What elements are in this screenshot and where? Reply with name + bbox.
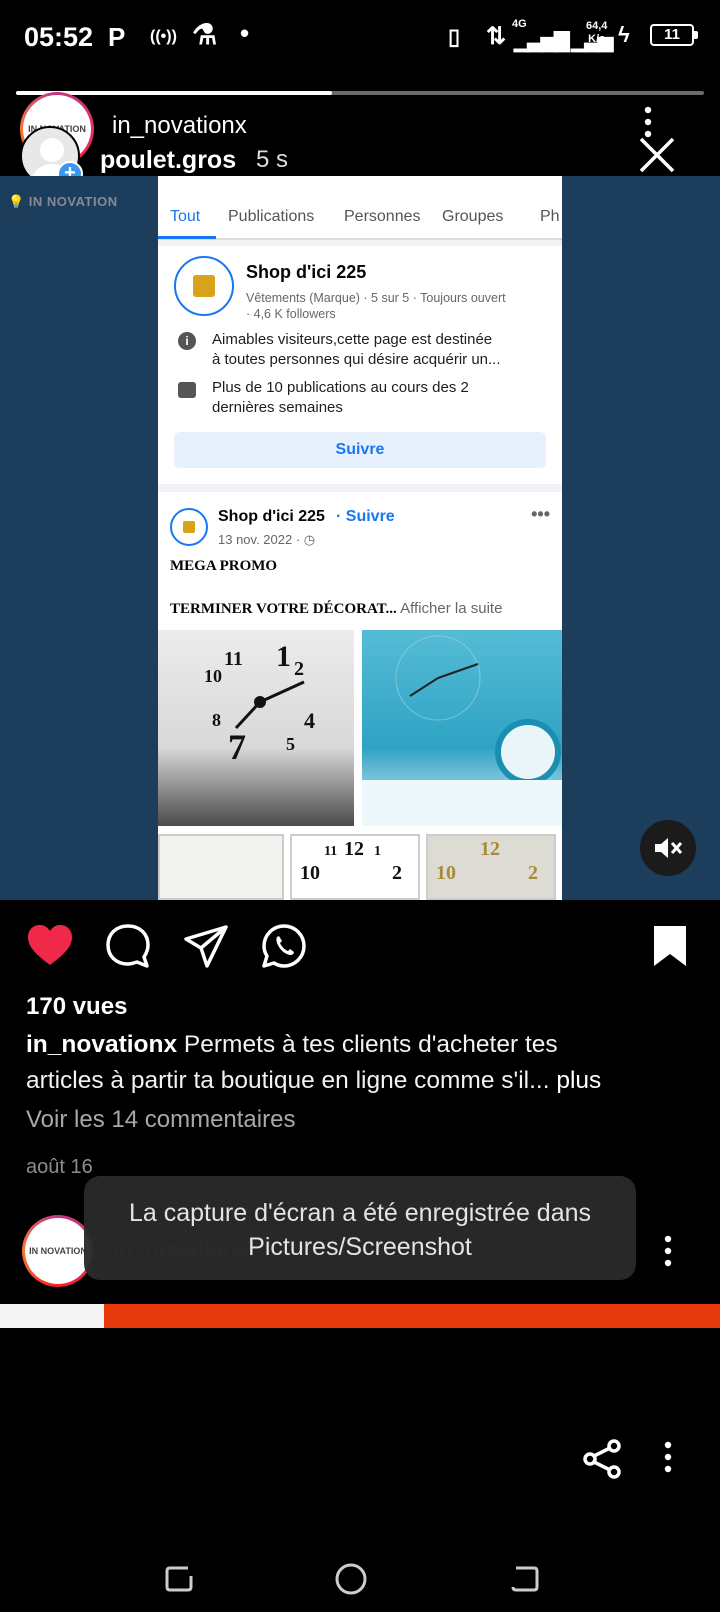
page-meta: Vêtements (Marque) · 5 sur 5 · Toujours … — [246, 291, 506, 321]
dot-icon: • — [240, 18, 250, 48]
story-progress-bar — [16, 91, 704, 95]
clock-photo-1: 11 1 2 10 8 7 4 5 — [158, 630, 354, 826]
post-author-avatar — [170, 508, 208, 546]
tab-all: Tout — [170, 208, 201, 225]
comment-icon[interactable] — [104, 922, 152, 970]
caption-author[interactable]: in_novationx — [26, 1031, 177, 1058]
screenshot-toast: La capture d'écran a été enregistrée dan… — [84, 1176, 636, 1280]
like-heart-icon[interactable] — [26, 922, 74, 970]
clock-photo-4: 11 12 1 10 2 — [290, 834, 420, 900]
charging-icon: ϟ — [618, 22, 630, 47]
view-comments-link[interactable]: Voir les 14 commentaires — [26, 1106, 295, 1134]
home-icon[interactable] — [334, 1562, 368, 1596]
preview-red-block — [104, 1304, 720, 1328]
story-media[interactable]: 💡 IN NOVATION Tout Publications Personne… — [0, 176, 720, 900]
feed-icon — [178, 382, 196, 398]
search-tabs: Tout Publications Personnes Groupes Ph — [158, 176, 562, 240]
watermark-logo: 💡 IN NOVATION — [8, 194, 118, 209]
back-icon[interactable] — [508, 1562, 542, 1596]
system-nav-bar — [0, 1540, 720, 1612]
clock-photo-2 — [362, 630, 562, 826]
clock: 05:52 — [24, 22, 94, 52]
follow-button: Suivre — [174, 432, 546, 468]
shopping-bag-icon — [183, 521, 195, 533]
more-options-bottom-icon[interactable] — [664, 1440, 672, 1476]
share-send-icon[interactable] — [182, 922, 230, 970]
page-name: Shop d'ici 225 — [246, 262, 367, 282]
shopping-bag-icon — [193, 275, 215, 297]
parking-icon: P — [108, 22, 126, 52]
view-count: 170 vues — [26, 993, 128, 1020]
clock-decor — [362, 635, 562, 826]
caption-text-1: Permets à tes clients d'acheter tes — [177, 1031, 558, 1058]
info-icon: i — [178, 332, 196, 350]
page-logo — [174, 256, 234, 316]
preview-white-block — [0, 1304, 104, 1328]
next-story-more-icon[interactable] — [664, 1234, 672, 1270]
post-author: Shop d'ici 225 — [218, 508, 325, 525]
post-text-line2: TERMINER VOTRE DÉCORAT... Afficher la su… — [170, 600, 503, 617]
status-bar: 05:52 P ((•)) ⚗ • ▯ ⇅ 4G ▁▃▅▇ ▁▃▅ 64,4 K… — [0, 0, 720, 72]
share-icon[interactable] — [582, 1438, 624, 1480]
avatar-head — [40, 138, 64, 162]
battery-icon: 11 — [650, 24, 698, 46]
tab-underline — [158, 236, 216, 239]
clock-hands — [234, 680, 305, 730]
next-media-preview — [0, 1304, 720, 1328]
viewer-account-name[interactable]: poulet.gros — [100, 146, 236, 175]
clock-photo-5: 12 10 2 — [426, 834, 556, 900]
post-text-line1: MEGA PROMO — [170, 558, 278, 574]
tab-people: Personnes — [344, 208, 421, 225]
net-speed: 64,4 K/s — [586, 20, 608, 45]
action-bar — [0, 900, 720, 990]
page-activity: Plus de 10 publications au cours des 2 d… — [212, 379, 469, 416]
page-result-card: Shop d'ici 225 Vêtements (Marque) · 5 su… — [158, 246, 562, 484]
post-card: Shop d'ici 225 · Suivre 13 nov. 2022 · ◷… — [158, 492, 562, 900]
close-icon[interactable] — [636, 134, 678, 176]
caption-text-2: articles à partir ta boutique en ligne c… — [26, 1067, 550, 1094]
clock-photo-3 — [158, 834, 284, 900]
recents-icon[interactable] — [162, 1562, 196, 1596]
avatar-logo: IN NOVATION — [25, 1218, 91, 1284]
whatsapp-icon[interactable] — [260, 922, 308, 970]
post-date: 13 nov. 2022 · ◷ — [218, 532, 316, 547]
page-description: Aimables visiteurs,cette page est destin… — [212, 331, 501, 368]
mute-button[interactable] — [640, 820, 696, 876]
post-date: août 16 — [26, 1156, 93, 1178]
story-account-name[interactable]: in_novationx — [112, 112, 247, 140]
tab-groups: Groupes — [442, 208, 504, 225]
flask-icon: ⚗ — [192, 19, 218, 50]
post-follow-link: · Suivre — [336, 508, 395, 525]
speaker-muted-icon — [655, 838, 683, 858]
caption-more-link[interactable]: plus — [550, 1067, 601, 1094]
bookmark-icon[interactable] — [646, 922, 694, 970]
post-caption[interactable]: in_novationx Permets à tes clients d'ach… — [26, 1027, 706, 1099]
tab-publications: Publications — [228, 208, 315, 225]
vibrate-icon: ▯ — [448, 24, 461, 49]
tab-photos: Ph — [540, 208, 560, 225]
story-elapsed-time: 5 s — [256, 146, 289, 173]
data-transfer-icon: ⇅ — [486, 23, 507, 50]
post-more-icon: ••• — [531, 504, 550, 524]
embedded-screenshot: Tout Publications Personnes Groupes Ph S… — [158, 176, 562, 900]
hotspot-icon: ((•)) — [150, 28, 177, 45]
